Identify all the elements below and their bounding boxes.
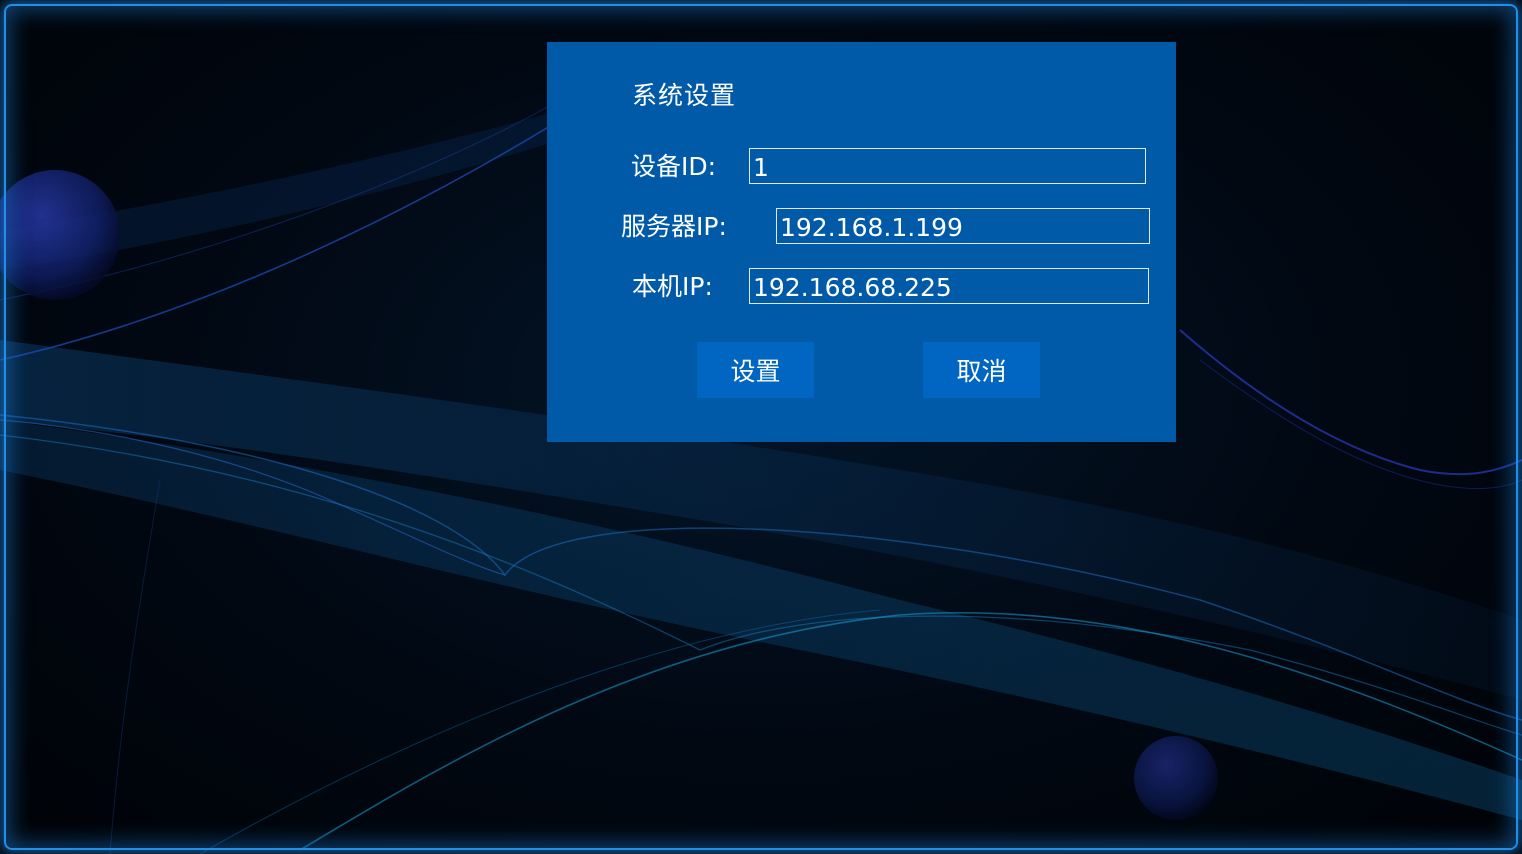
server-ip-label: 服务器IP:: [621, 212, 727, 241]
local-ip-input[interactable]: [749, 268, 1149, 304]
device-id-label: 设备ID:: [631, 152, 717, 181]
confirm-settings-button[interactable]: 设置: [697, 342, 814, 398]
system-settings-dialog: 系统设置 设备ID: 服务器IP: 本机IP: 设置 取消: [547, 42, 1176, 442]
cancel-button[interactable]: 取消: [923, 342, 1040, 398]
local-ip-label: 本机IP:: [632, 272, 713, 301]
device-id-input[interactable]: [749, 148, 1146, 184]
server-ip-input[interactable]: [776, 208, 1150, 244]
dialog-title: 系统设置: [632, 81, 737, 110]
app-screen: 系统设置 设备ID: 服务器IP: 本机IP: 设置 取消: [0, 0, 1522, 854]
